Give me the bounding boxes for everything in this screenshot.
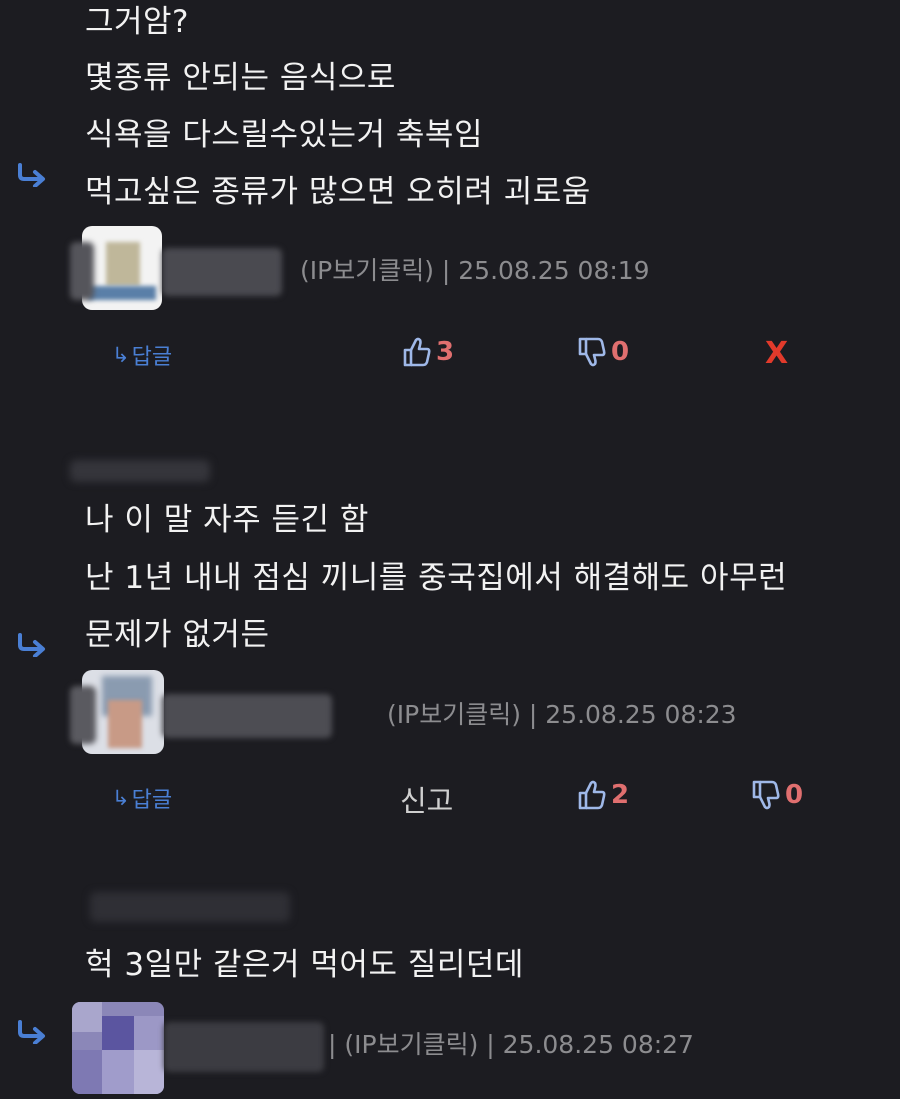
comment-1-meta: (IP보기클릭) | 25.08.25 08:19 [70,226,782,310]
comment-2-line-1: 나 이 말 자주 듣긴 함 [85,502,369,538]
comment-1-line-3: 식욕을 다스릴수있는거 축복임 [85,117,483,153]
reply-arrow-icon [16,1020,48,1044]
comment-meta[interactable]: | (IP보기클릭) | 25.08.25 08:27 [328,1030,694,1060]
comment-2-line-2: 난 1년 내내 점심 끼니를 중국집에서 해결해도 아무런 [85,560,788,596]
thumbs-down-icon [577,336,607,368]
dislike-button[interactable]: 0 [751,779,803,811]
reply-arrow-icon [16,163,48,187]
comment-1-actions: ↳ 답글 3 0 X [0,336,900,376]
comment-1-line-4: 먹고싶은 종류가 많으면 오히려 괴로움 [85,174,591,210]
like-button[interactable]: 3 [402,336,454,368]
nickname-redacted-top [90,884,300,934]
reply-button[interactable]: ↳ 답글 [112,782,172,814]
comment-2-line-3: 문제가 없거든 [85,617,270,653]
comment-2: 나 이 말 자주 듣긴 함 난 1년 내내 점심 끼니를 중국집에서 해결해도 … [0,440,900,860]
nickname-redacted [164,1018,334,1076]
nickname-redacted [70,686,370,744]
like-count: 3 [436,337,455,367]
comment-1-line-2: 몇종류 안되는 음식으로 [85,60,396,96]
comment-meta[interactable]: (IP보기클릭) | 25.08.25 08:19 [300,256,650,286]
comment-1: 그거암? 몇종류 안되는 음식으로 식욕을 다스릴수있는거 축복임 먹고싶은 종… [0,0,900,420]
dislike-count: 0 [611,337,630,367]
reply-label: 답글 [131,345,173,370]
reply-small-arrow-icon: ↳ [112,343,130,367]
thumbs-up-icon [577,779,607,811]
like-count: 2 [611,780,630,810]
avatar[interactable] [72,1002,164,1094]
comment-3-line-1: 헉 3일만 같은거 먹어도 질리던데 [85,947,524,983]
comment-2-meta: (IP보기클릭) | 25.08.25 08:23 [70,670,782,754]
reply-label: 답글 [131,788,173,813]
nickname-redacted [70,242,300,300]
comment-meta[interactable]: (IP보기클릭) | 25.08.25 08:23 [387,700,737,730]
dislike-button[interactable]: 0 [577,336,629,368]
thumbs-down-icon [751,779,781,811]
report-button[interactable]: 신고 [400,778,453,820]
comment-3: 헉 3일만 같은거 먹어도 질리던데 | (IP보기클릭) | 25.08.25… [0,870,900,1099]
reply-arrow-icon [16,633,48,657]
comment-3-meta: | (IP보기클릭) | 25.08.25 08:27 [72,1002,822,1094]
reply-small-arrow-icon: ↳ [112,786,130,810]
comment-1-line-1: 그거암? [85,4,190,40]
reply-button[interactable]: ↳ 답글 [112,339,172,371]
comment-2-actions: ↳ 답글 신고 2 0 [0,778,900,818]
like-button[interactable]: 2 [577,779,629,811]
delete-button[interactable]: X [765,336,788,371]
nickname-redacted-top [70,454,220,488]
thumbs-up-icon [402,336,432,368]
dislike-count: 0 [785,780,804,810]
